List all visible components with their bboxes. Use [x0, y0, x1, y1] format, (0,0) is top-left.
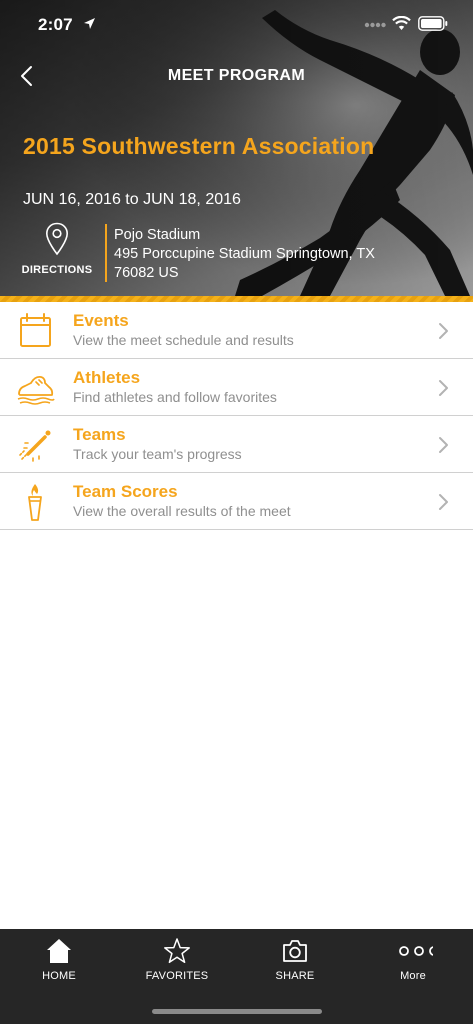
meet-menu: Events View the meet schedule and result…: [0, 302, 473, 530]
hero-banner: 2:07 MEET PROGRAM 2015 Southwestern Asso…: [0, 0, 473, 300]
venue-divider: [105, 224, 107, 282]
menu-item-subtitle: View the meet schedule and results: [73, 332, 294, 348]
tab-bar: HOME FAVORITES SHARE More: [0, 929, 473, 1024]
tab-share[interactable]: SHARE: [236, 929, 354, 991]
directions-label: DIRECTIONS: [21, 264, 93, 276]
tab-label: SHARE: [275, 970, 315, 982]
menu-item-team-scores[interactable]: Team Scores View the overall results of …: [0, 473, 473, 530]
star-icon: [164, 938, 190, 964]
venue-info: Pojo Stadium 495 Porccupine Stadium Spri…: [114, 226, 444, 283]
menu-item-events[interactable]: Events View the meet schedule and result…: [0, 302, 473, 359]
tab-label: HOME: [42, 970, 76, 982]
location-arrow-icon: [84, 18, 95, 29]
calendar-icon: [20, 313, 51, 347]
menu-item-title: Team Scores: [73, 482, 178, 501]
status-time: 2:07: [38, 15, 73, 34]
running-shoe-icon: [17, 375, 55, 405]
camera-icon: [283, 940, 307, 962]
menu-item-subtitle: Track your team's progress: [73, 446, 242, 462]
tab-label: More: [400, 970, 426, 982]
meet-dates: JUN 16, 2016 to JUN 18, 2016: [23, 191, 241, 208]
chevron-right-icon: [439, 380, 448, 396]
chevron-right-icon: [439, 494, 448, 510]
torch-icon: [28, 484, 42, 521]
menu-item-title: Athletes: [73, 368, 141, 387]
wifi-icon: [392, 16, 411, 30]
tab-favorites[interactable]: FAVORITES: [118, 929, 236, 991]
tab-home[interactable]: HOME: [0, 929, 118, 991]
more-dots-icon: [399, 946, 433, 956]
menu-item-subtitle: View the overall results of the meet: [73, 503, 291, 519]
navigation-bar: MEET PROGRAM: [0, 50, 473, 102]
menu-item-title: Events: [73, 311, 129, 330]
tab-label: FAVORITES: [145, 970, 209, 982]
menu-item-title: Teams: [73, 425, 126, 444]
meet-title: 2015 Southwestern Association: [23, 133, 375, 159]
tab-more[interactable]: More: [354, 929, 472, 991]
signal-dots-icon: [364, 22, 386, 28]
menu-item-teams[interactable]: Teams Track your team's progress: [0, 416, 473, 473]
battery-icon: [418, 16, 448, 31]
page-title: MEET PROGRAM: [167, 67, 306, 84]
venue-address-line1: 495 Porccupine Stadium Springtown, TX: [114, 246, 375, 262]
home-icon: [47, 939, 71, 963]
menu-item-subtitle: Find athletes and follow favorites: [73, 389, 277, 405]
map-pin-icon: [45, 222, 69, 256]
home-indicator[interactable]: [152, 1009, 322, 1014]
venue-address-line2: 76082 US: [114, 265, 179, 281]
relay-baton-icon: [19, 430, 51, 462]
venue-name: Pojo Stadium: [114, 227, 201, 243]
chevron-right-icon: [439, 437, 448, 453]
menu-item-athletes[interactable]: Athletes Find athletes and follow favori…: [0, 359, 473, 416]
directions-button[interactable]: DIRECTIONS: [20, 222, 94, 280]
status-bar: 2:07: [0, 0, 473, 50]
chevron-right-icon: [439, 323, 448, 339]
